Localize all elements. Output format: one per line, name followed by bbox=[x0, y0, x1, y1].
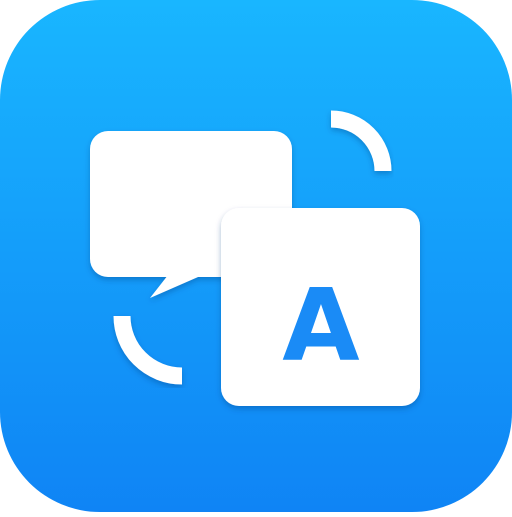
translate-app-icon[interactable]: A bbox=[0, 0, 512, 512]
glyph-letter: A bbox=[282, 267, 359, 384]
translate-icon: A bbox=[0, 0, 512, 512]
